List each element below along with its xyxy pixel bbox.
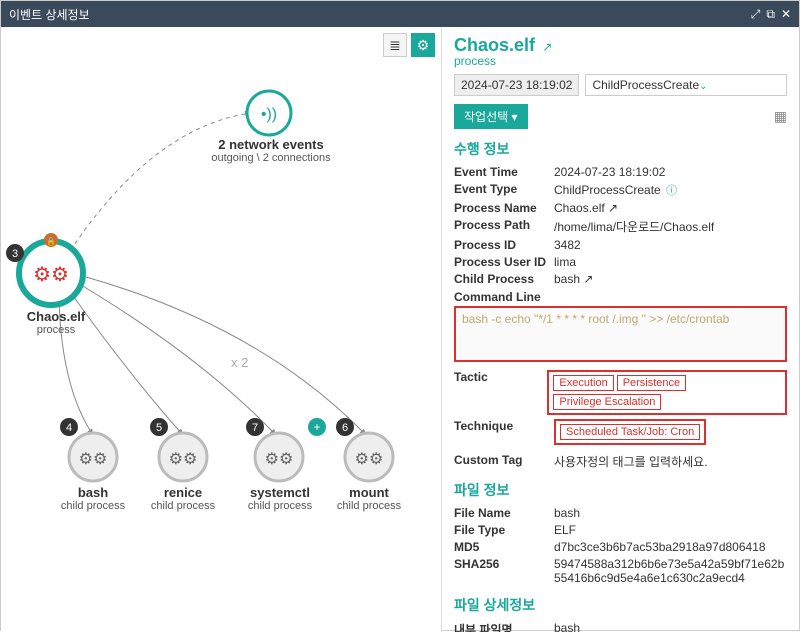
svg-text:4: 4 <box>66 422 72 434</box>
technique-tags: Scheduled Task/Job: Cron <box>554 419 706 445</box>
close-icon[interactable]: ✕ <box>781 7 791 21</box>
tactic-tag[interactable]: Persistence <box>617 375 686 391</box>
event-type-value: ChildProcessCreate ⓘ <box>554 182 787 198</box>
custom-tag-input[interactable]: 사용자정의 태그를 입력하세요. <box>554 453 787 470</box>
internal-name-value: bash <box>554 621 787 632</box>
edge-multiplier: x 2 <box>231 355 248 370</box>
svg-text:6: 6 <box>342 422 348 434</box>
chevron-down-icon: ⌄ <box>699 81 707 92</box>
tactic-tag[interactable]: Privilege Escalation <box>553 394 661 410</box>
svg-text:5: 5 <box>156 422 162 434</box>
child-node: ⚙⚙ 6 <box>336 418 393 481</box>
panel-subtitle: process <box>454 54 787 68</box>
command-line-box[interactable]: bash -c echo "*/1 * * * * root /.img " >… <box>454 306 787 362</box>
event-type-select[interactable]: ChildProcessCreate⌄ <box>585 74 787 96</box>
event-timestamp: 2024-07-23 18:19:02 <box>454 74 579 96</box>
list-view-icon[interactable]: ≣ <box>383 33 407 57</box>
process-path-value: /home/lima/다운로드/Chaos.elf <box>554 218 787 235</box>
process-name-link[interactable]: Chaos.elf ↗ <box>554 201 787 215</box>
window-title: 이벤트 상세정보 <box>9 6 90 23</box>
info-icon[interactable]: ⓘ <box>666 185 677 197</box>
gear-icon[interactable]: ⚙ <box>411 33 435 57</box>
file-name-link[interactable]: bash <box>554 506 787 520</box>
external-link-icon: ↗ <box>608 201 618 215</box>
file-type-value: ELF <box>554 523 787 537</box>
svg-text:•)): •)) <box>261 106 277 123</box>
process-uid-value: lima <box>554 255 787 269</box>
child-process-link[interactable]: bash ↗ <box>554 272 787 286</box>
detail-panel: Chaos.elf ↗ process 2024-07-23 18:19:02 … <box>441 27 799 632</box>
network-node-label: 2 network events outgoing \ 2 connection… <box>201 137 341 164</box>
section-exec-info: 수행 정보 <box>454 139 787 159</box>
panel-title: Chaos.elf <box>454 35 535 56</box>
graph-canvas[interactable]: ≣ ⚙ x 2 •)) ⚙⚙ 🔒 3 <box>1 27 441 632</box>
svg-text:+: + <box>313 420 320 434</box>
technique-tag[interactable]: Scheduled Task/Job: Cron <box>560 424 700 440</box>
titlebar: 이벤트 상세정보 ⤢ ⧉ ✕ <box>1 1 799 27</box>
popout-icon[interactable]: ⧉ <box>766 7 775 22</box>
tactic-tag[interactable]: Execution <box>553 375 613 391</box>
child-node-label: renicechild process <box>143 485 223 512</box>
calendar-icon[interactable]: ▦ <box>774 108 787 125</box>
child-node-label: bashchild process <box>53 485 133 512</box>
event-time-value: 2024-07-23 18:19:02 <box>554 165 787 179</box>
command-line-label: Command Line <box>454 290 787 304</box>
svg-text:🔒: 🔒 <box>46 237 56 246</box>
svg-text:⚙⚙: ⚙⚙ <box>265 451 294 468</box>
external-link-icon: ↗ <box>583 272 593 286</box>
child-node-label: mountchild process <box>329 485 409 512</box>
section-file-info: 파일 정보 <box>454 480 787 500</box>
svg-text:3: 3 <box>12 248 18 260</box>
action-select-button[interactable]: 작업선택 ▾ <box>454 104 528 129</box>
md5-value[interactable]: d7bc3ce3b6b7ac53ba2918a97d806418 <box>554 540 787 554</box>
svg-text:⚙⚙: ⚙⚙ <box>169 451 198 468</box>
external-link-icon[interactable]: ↗ <box>542 40 552 54</box>
process-id-value: 3482 <box>554 238 787 252</box>
svg-text:⚙⚙: ⚙⚙ <box>355 451 384 468</box>
sha256-value: 59474588a312b6b6e73e5a42a59bf71e62b55416… <box>554 557 787 585</box>
child-node: ⚙⚙ 7 + <box>246 418 326 481</box>
child-node-label: systemctlchild process <box>235 485 325 512</box>
tactic-tags: Execution Persistence Privilege Escalati… <box>547 370 787 415</box>
section-file-detail: 파일 상세정보 <box>454 595 787 615</box>
expand-icon[interactable]: ⤢ <box>751 7 761 22</box>
svg-text:⚙⚙: ⚙⚙ <box>33 264 69 286</box>
svg-text:⚙⚙: ⚙⚙ <box>79 451 108 468</box>
svg-text:7: 7 <box>252 422 258 434</box>
center-node-label: Chaos.elf process <box>11 309 101 336</box>
child-node: ⚙⚙ 5 <box>150 418 207 481</box>
